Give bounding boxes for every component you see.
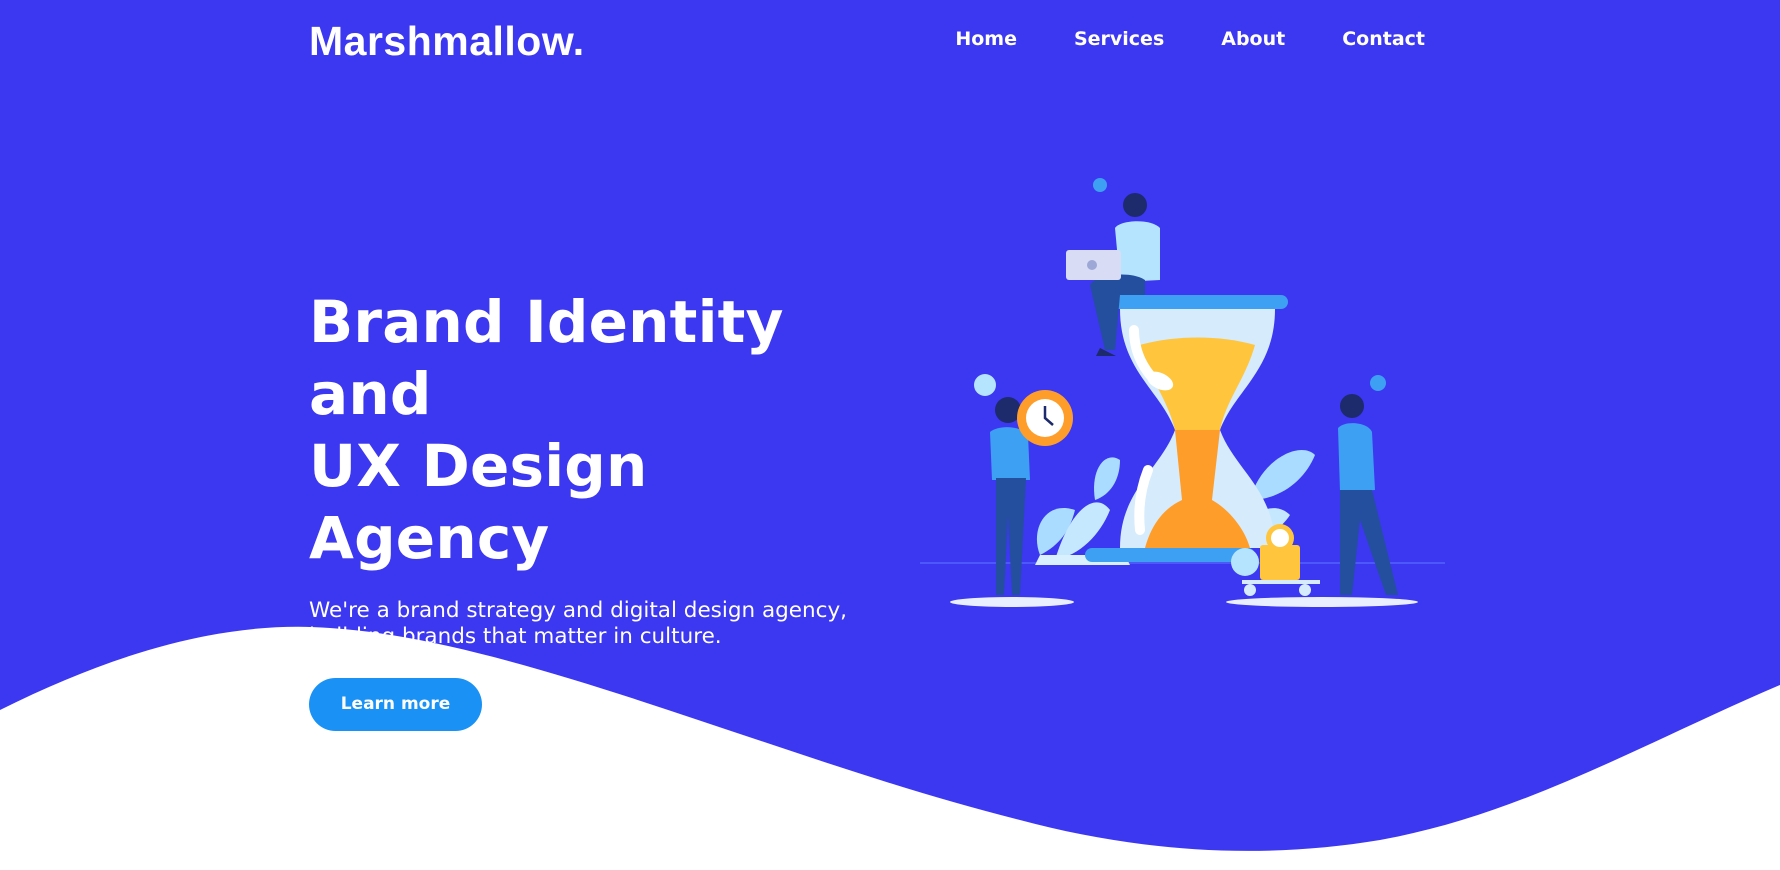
nav-home[interactable]: Home bbox=[955, 28, 1017, 50]
hourglass-team-illustration bbox=[920, 178, 1445, 607]
hero-subtitle: We're a brand strategy and digital desig… bbox=[309, 598, 889, 650]
site-header: Marshmallow. Home Services About Contact bbox=[309, 0, 1425, 80]
hero-title: Brand Identity and UX Design Agency bbox=[309, 286, 889, 574]
hero-subtitle-line-2: building brands that matter in culture. bbox=[309, 624, 722, 649]
hero-title-line-1: Brand Identity and bbox=[309, 288, 784, 428]
nav-about[interactable]: About bbox=[1221, 28, 1285, 50]
hero-title-line-2: UX Design Agency bbox=[309, 432, 648, 572]
main-nav: Home Services About Contact bbox=[898, 28, 1425, 50]
nav-contact[interactable]: Contact bbox=[1342, 28, 1425, 50]
hero-section: Brand Identity and UX Design Agency We'r… bbox=[309, 286, 889, 731]
nav-services[interactable]: Services bbox=[1074, 28, 1164, 50]
learn-more-button[interactable]: Learn more bbox=[309, 678, 482, 731]
white-wave-shape bbox=[0, 626, 1780, 870]
hero-subtitle-line-1: We're a brand strategy and digital desig… bbox=[309, 598, 848, 623]
logo[interactable]: Marshmallow. bbox=[309, 18, 585, 65]
